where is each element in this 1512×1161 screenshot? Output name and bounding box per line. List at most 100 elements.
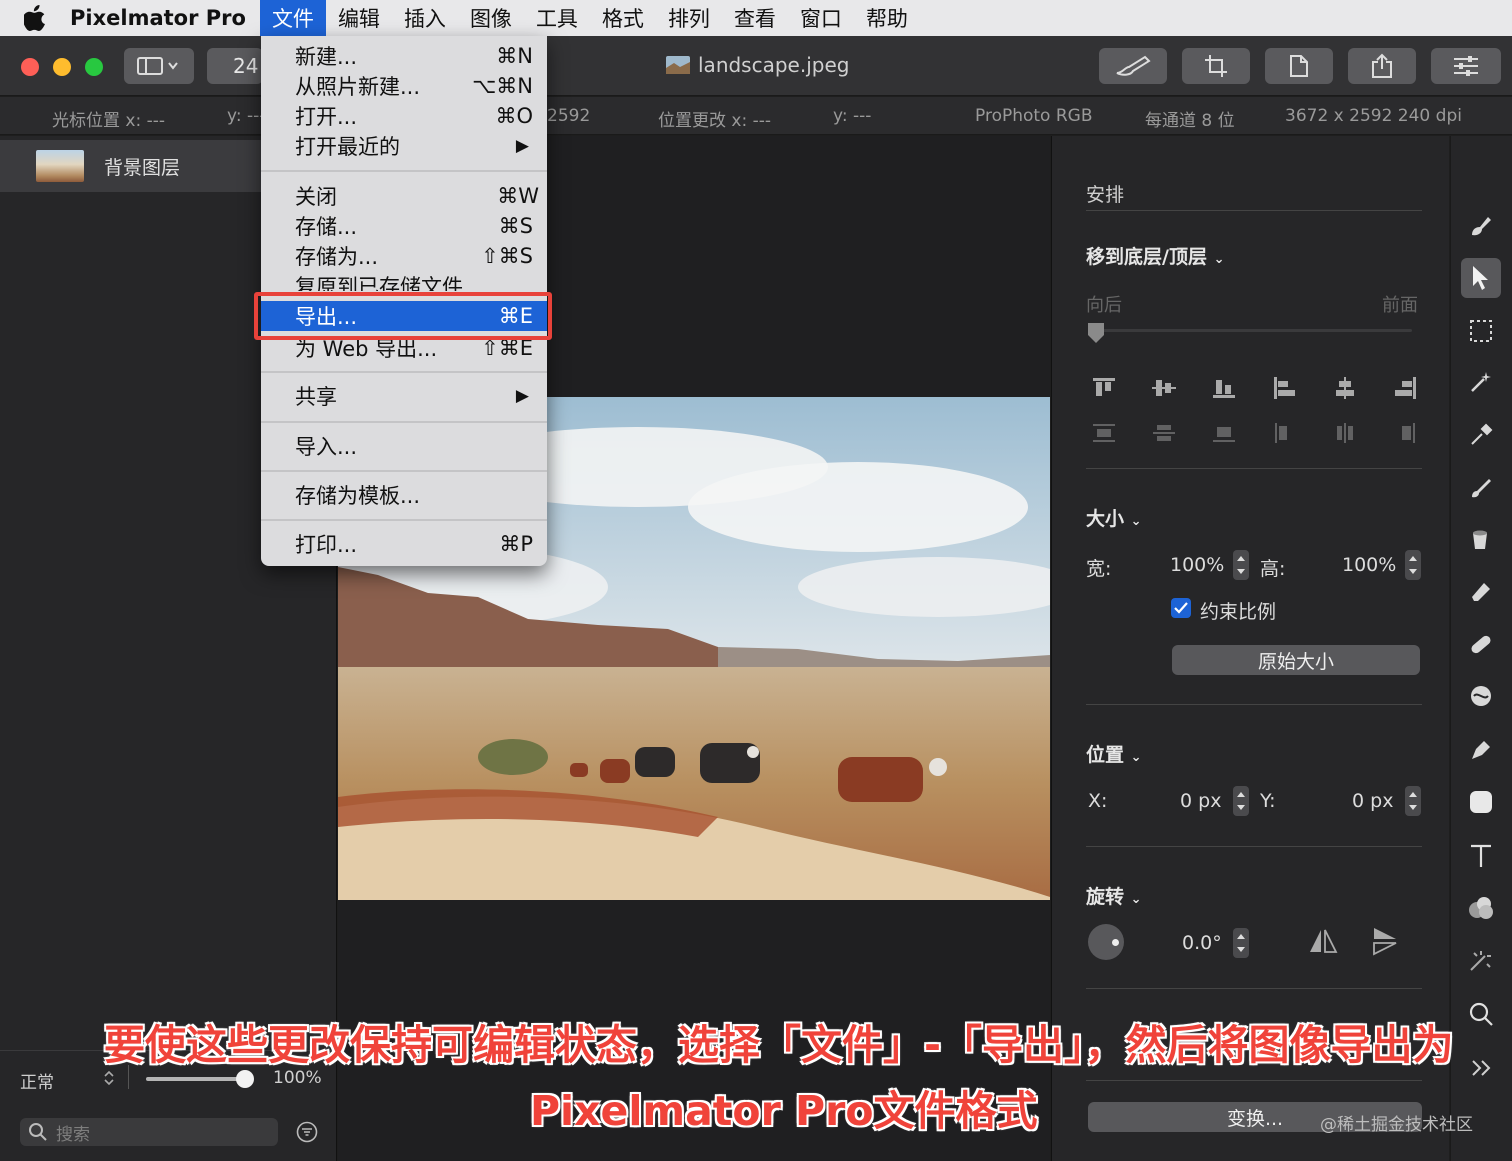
distribute-top-icon[interactable] <box>1091 421 1117 445</box>
menu-insert[interactable]: 插入 <box>392 0 458 36</box>
width-stepper[interactable] <box>1233 550 1249 580</box>
rotate-section-toggle[interactable]: 旋转 ⌄ <box>1086 882 1142 909</box>
tool-retouch[interactable] <box>1461 624 1501 664</box>
y-stepper[interactable] <box>1405 786 1421 816</box>
zoom-window-button[interactable] <box>85 58 103 76</box>
menu-item-new[interactable]: 新建... ⌘N <box>261 41 547 71</box>
opacity-slider-knob[interactable] <box>236 1070 254 1088</box>
constrain-checkbox[interactable] <box>1171 598 1191 618</box>
x-label: X: <box>1088 790 1108 812</box>
menu-view[interactable]: 查看 <box>722 0 788 36</box>
menu-arrange[interactable]: 排列 <box>656 0 722 36</box>
rotation-dial-indicator <box>1112 939 1119 946</box>
layers-search-input[interactable]: 搜索 <box>20 1118 278 1146</box>
menu-tools[interactable]: 工具 <box>524 0 590 36</box>
tool-erase[interactable] <box>1461 572 1501 612</box>
app-name[interactable]: Pixelmator Pro <box>70 6 246 30</box>
arrange-title: 安排 <box>1086 184 1125 206</box>
export-document-button[interactable] <box>1265 48 1333 84</box>
tool-distort[interactable] <box>1461 676 1501 716</box>
rotation-dial[interactable] <box>1088 924 1124 960</box>
distribute-left-icon[interactable] <box>1272 421 1298 445</box>
menu-image[interactable]: 图像 <box>458 0 524 36</box>
layer-name: 背景图层 <box>104 156 181 179</box>
menu-item-save-as-template[interactable]: 存储为模板... <box>261 480 547 510</box>
menu-item-share[interactable]: 共享 ▶ <box>261 381 547 411</box>
zoom-level: 24 <box>233 54 259 78</box>
position-section-toggle[interactable]: 位置 ⌄ <box>1086 740 1142 767</box>
distribute-bottom-icon[interactable] <box>1211 421 1237 445</box>
share-button[interactable] <box>1348 48 1416 84</box>
move-to-dropdown[interactable]: 移到底层/顶层 ⌄ <box>1086 242 1224 269</box>
size-section-toggle[interactable]: 大小 ⌄ <box>1086 504 1142 531</box>
document-name: landscape.jpeg <box>698 53 850 77</box>
tool-shape[interactable] <box>1461 782 1501 822</box>
height-label: 高: <box>1260 558 1286 580</box>
width-field[interactable]: 100% <box>1170 554 1224 576</box>
menu-item-revert[interactable]: 复原到已存储文件 <box>261 271 547 291</box>
align-top-icon[interactable] <box>1091 376 1117 400</box>
align-vertical-center-icon[interactable] <box>1151 376 1177 400</box>
image-size-partial: 2592 <box>547 106 591 126</box>
close-window-button[interactable] <box>21 58 39 76</box>
menu-item-close[interactable]: 关闭 ⌘W <box>261 181 547 211</box>
distribute-vertical-center-icon[interactable] <box>1151 421 1177 445</box>
rotation-stepper[interactable] <box>1233 928 1249 958</box>
menu-format[interactable]: 格式 <box>590 0 656 36</box>
menu-item-save-as[interactable]: 存储为... ⇧⌘S <box>261 241 547 271</box>
x-stepper[interactable] <box>1233 786 1249 816</box>
menu-item-new-from-photo[interactable]: 从照片新建... ⌥⌘N <box>261 71 547 101</box>
tool-color-adjust[interactable] <box>1461 888 1501 928</box>
align-horizontal-center-icon[interactable] <box>1332 376 1358 400</box>
tool-pen[interactable] <box>1461 730 1501 770</box>
height-stepper[interactable] <box>1405 550 1421 580</box>
more-tools-button[interactable] <box>1461 1048 1501 1088</box>
order-slider-knob[interactable] <box>1087 322 1105 344</box>
menu-item-print[interactable]: 打印... ⌘P <box>261 529 547 559</box>
align-left-icon[interactable] <box>1272 376 1298 400</box>
adjustments-button[interactable] <box>1431 48 1501 84</box>
align-bottom-icon[interactable] <box>1211 376 1237 400</box>
tool-arrange[interactable] <box>1461 258 1501 298</box>
minimize-window-button[interactable] <box>53 58 71 76</box>
align-right-icon[interactable] <box>1392 376 1418 400</box>
flip-vertical-icon[interactable] <box>1372 926 1398 956</box>
menu-help[interactable]: 帮助 <box>854 0 920 36</box>
tool-zoom[interactable] <box>1461 994 1501 1034</box>
filter-icon[interactable] <box>296 1121 318 1143</box>
menu-item-import[interactable]: 导入... <box>261 431 547 461</box>
zoom-level-button[interactable]: 24 <box>207 48 263 84</box>
x-field[interactable]: 0 px <box>1180 790 1221 812</box>
rotation-field[interactable]: 0.0° <box>1182 932 1222 954</box>
tool-paint[interactable] <box>1461 468 1501 508</box>
menu-edit[interactable]: 编辑 <box>326 0 392 36</box>
style-tool-button[interactable] <box>1099 48 1167 84</box>
menu-window[interactable]: 窗口 <box>788 0 854 36</box>
tool-quick-selection[interactable] <box>1461 362 1501 402</box>
rotate-title: 旋转 <box>1086 886 1125 908</box>
height-field[interactable]: 100% <box>1342 554 1396 576</box>
order-slider-track[interactable] <box>1092 329 1412 332</box>
layer-thumbnail <box>36 150 84 182</box>
flip-horizontal-icon[interactable] <box>1308 928 1338 954</box>
tool-style[interactable] <box>1461 206 1501 246</box>
tool-fill[interactable] <box>1461 520 1501 560</box>
original-size-button[interactable]: 原始大小 <box>1172 645 1420 675</box>
tool-effects[interactable] <box>1461 940 1501 980</box>
distribute-horizontal-center-icon[interactable] <box>1332 421 1358 445</box>
blend-mode-select[interactable]: 正常 <box>20 1068 54 1093</box>
crop-button[interactable] <box>1182 48 1250 84</box>
menu-item-save[interactable]: 存储... ⌘S <box>261 211 547 241</box>
menu-item-open-recent[interactable]: 打开最近的 ▶ <box>261 131 547 161</box>
apple-menu-icon[interactable] <box>0 5 70 31</box>
y-field[interactable]: 0 px <box>1352 790 1393 812</box>
distribute-right-icon[interactable] <box>1392 421 1418 445</box>
eyedropper-icon <box>1471 423 1493 445</box>
menu-bar: Pixelmator Pro 文件 编辑 插入 图像 工具 格式 排列 查看 窗… <box>0 0 1512 36</box>
tool-color-picker[interactable] <box>1461 415 1501 455</box>
sidebar-toggle-button[interactable] <box>124 48 194 84</box>
tool-type[interactable] <box>1461 836 1501 876</box>
tool-selection[interactable] <box>1461 311 1501 351</box>
menu-file[interactable]: 文件 <box>259 0 326 36</box>
menu-item-open[interactable]: 打开... ⌘O <box>261 101 547 131</box>
